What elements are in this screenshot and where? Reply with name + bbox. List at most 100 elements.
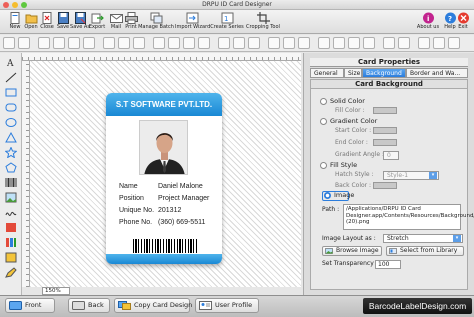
- manage-batch-button[interactable]: Manage Batch: [138, 11, 174, 33]
- zoom-window-button[interactable]: [21, 2, 27, 8]
- color-picker-tool-icon[interactable]: [5, 252, 17, 263]
- properties-tabs: General Size Background Border and Wa...: [310, 68, 468, 78]
- move-left-button[interactable]: [348, 37, 360, 49]
- group-button[interactable]: [448, 37, 460, 49]
- rounded-rectangle-tool-icon[interactable]: [5, 102, 17, 113]
- unlock-button[interactable]: [398, 37, 410, 49]
- barcode-tool-icon[interactable]: [5, 177, 17, 188]
- actual-size-button[interactable]: [133, 37, 145, 49]
- path-field[interactable]: /Applications/DRPU ID Card Designer.app/…: [343, 204, 474, 230]
- tab-general[interactable]: General: [310, 68, 344, 78]
- align-bottom-button[interactable]: [298, 37, 310, 49]
- unique-no-key: Unique No.: [119, 207, 155, 214]
- line-tool-icon[interactable]: [5, 72, 17, 83]
- close-window-button[interactable]: [3, 2, 9, 8]
- lock-button[interactable]: [383, 37, 395, 49]
- back-label: Back: [88, 301, 104, 309]
- solid-color-option[interactable]: Solid Color: [320, 97, 365, 106]
- signature-tool-icon[interactable]: [5, 207, 17, 218]
- align-top-button[interactable]: [268, 37, 280, 49]
- triangle-tool-icon[interactable]: [5, 132, 17, 143]
- bring-forward-button[interactable]: [183, 37, 195, 49]
- fill-color-swatch[interactable]: [373, 107, 397, 114]
- person-photo-icon: [140, 121, 187, 174]
- fill-style-radio[interactable]: [320, 162, 327, 169]
- card-properties-panel: Card Properties General Size Background …: [303, 53, 474, 295]
- ellipse-tool-icon[interactable]: [5, 117, 17, 128]
- undo-button[interactable]: [3, 37, 15, 49]
- gradient-color-label: Gradient Color: [330, 117, 378, 125]
- cropping-tool-icon: [256, 12, 270, 24]
- position-value: Project Manager: [158, 195, 210, 202]
- transparency-input[interactable]: 100: [375, 260, 401, 269]
- cut-button[interactable]: [38, 37, 50, 49]
- tab-border-and-watermark[interactable]: Border and Wa...: [406, 68, 468, 78]
- snap-button[interactable]: [433, 37, 445, 49]
- phone-no-key: Phone No.: [119, 219, 153, 226]
- user-profile-button[interactable]: User Profile: [195, 298, 259, 313]
- svg-text:?: ?: [448, 15, 452, 23]
- align-middle-button[interactable]: [283, 37, 295, 49]
- copy-card-design-button[interactable]: Copy Card Design: [114, 298, 192, 313]
- browse-image-label: Browse Image: [336, 247, 379, 254]
- watermark-tool-icon[interactable]: [5, 222, 17, 233]
- star-tool-icon[interactable]: [5, 147, 17, 158]
- set-transparency-label: Set Transparency :: [322, 260, 378, 267]
- bring-front-button[interactable]: [153, 37, 165, 49]
- card-front-icon: [9, 301, 22, 310]
- create-series-button[interactable]: 1 Create Series: [210, 11, 244, 33]
- tab-size[interactable]: Size: [344, 68, 362, 78]
- gradient-color-radio[interactable]: [320, 118, 327, 125]
- image-option[interactable]: Image: [324, 191, 354, 200]
- copy-button[interactable]: [53, 37, 65, 49]
- bottom-bar: Front Back Copy Card Design User Profile…: [0, 295, 474, 317]
- image-icon: [325, 248, 333, 254]
- start-color-label: Start Color :: [335, 127, 372, 134]
- grid-button[interactable]: [418, 37, 430, 49]
- zoom-in-button[interactable]: [103, 37, 115, 49]
- minimize-window-button[interactable]: [12, 2, 18, 8]
- unique-no-value: 201312: [158, 207, 182, 214]
- move-up-button[interactable]: [318, 37, 330, 49]
- end-color-swatch[interactable]: [373, 139, 397, 146]
- front-button[interactable]: Front: [5, 298, 55, 313]
- redo-button[interactable]: [18, 37, 30, 49]
- move-right-button[interactable]: [363, 37, 375, 49]
- id-card[interactable]: S.T SOFTWARE PVT.LTD. Name Daniel Malone…: [106, 93, 222, 264]
- align-left-button[interactable]: [218, 37, 230, 49]
- start-color-swatch[interactable]: [373, 127, 397, 134]
- select-from-library-button[interactable]: Select from Library: [386, 246, 464, 256]
- svg-text:1: 1: [224, 15, 228, 23]
- card-back-icon: [72, 301, 85, 310]
- image-radio[interactable]: [324, 192, 331, 199]
- move-down-button[interactable]: [333, 37, 345, 49]
- image-tool-icon[interactable]: [5, 192, 17, 203]
- align-center-button[interactable]: [233, 37, 245, 49]
- send-back-button[interactable]: [168, 37, 180, 49]
- gradient-angle-input[interactable]: 0: [383, 151, 399, 160]
- back-button[interactable]: Back: [68, 298, 110, 313]
- solid-color-radio[interactable]: [320, 98, 327, 105]
- delete-button[interactable]: [83, 37, 95, 49]
- zoom-level[interactable]: 150%: [42, 287, 70, 295]
- import-wizard-button[interactable]: Import Wizard: [175, 11, 210, 33]
- hatch-style-select[interactable]: Style-1 ▾: [383, 171, 439, 180]
- library-tool-icon[interactable]: [5, 237, 17, 248]
- back-color-swatch[interactable]: [373, 182, 397, 189]
- zoom-out-button[interactable]: [118, 37, 130, 49]
- send-backward-button[interactable]: [198, 37, 210, 49]
- exit-button[interactable]: Exit: [452, 11, 474, 33]
- pencil-tool-icon[interactable]: [5, 267, 17, 278]
- gradient-color-option[interactable]: Gradient Color: [320, 117, 377, 126]
- image-layout-select[interactable]: Stretch ▾: [383, 234, 463, 243]
- rectangle-tool-icon[interactable]: [5, 87, 17, 98]
- pentagon-tool-icon[interactable]: [5, 162, 17, 173]
- browse-image-button[interactable]: Browse Image: [322, 246, 382, 256]
- paste-button[interactable]: [68, 37, 80, 49]
- tab-background[interactable]: Background: [362, 68, 406, 78]
- align-right-button[interactable]: [248, 37, 260, 49]
- fill-style-option[interactable]: Fill Style: [320, 161, 357, 170]
- text-tool-icon[interactable]: A: [5, 57, 17, 68]
- card-background-section: Card Background Solid Color Fill Color :…: [310, 79, 474, 290]
- cropping-tool-button[interactable]: Cropping Tool: [245, 11, 281, 33]
